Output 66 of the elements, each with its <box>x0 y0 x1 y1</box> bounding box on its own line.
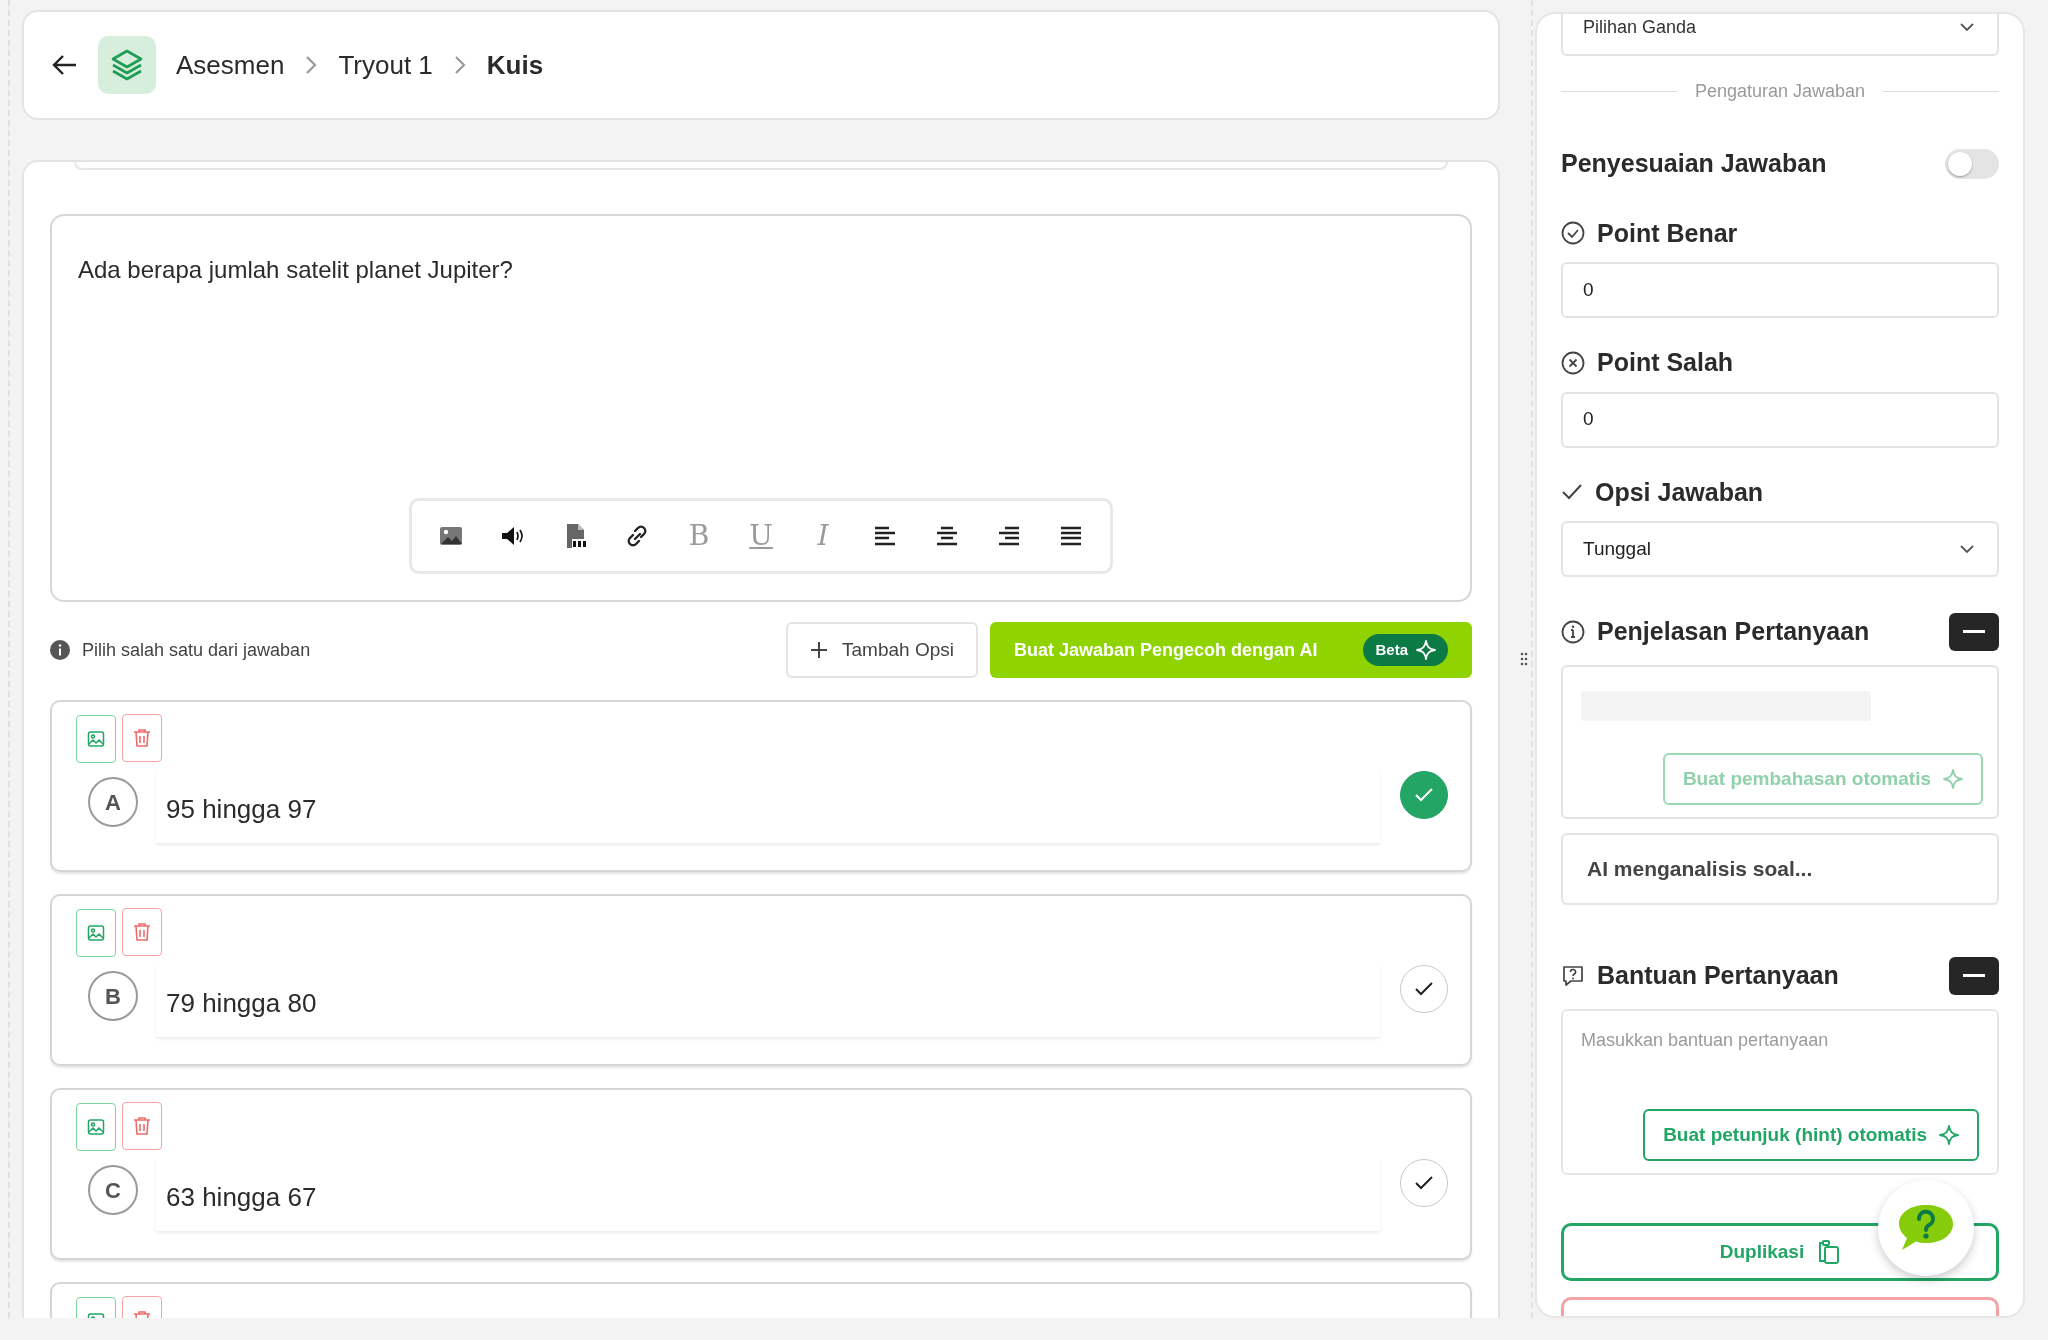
info-circle-icon <box>1561 620 1585 644</box>
question-editor[interactable]: Ada berapa jumlah satelit planet Jupiter? B U I <box>50 214 1472 602</box>
toggle-switch[interactable] <box>1945 148 1999 179</box>
question-text: Ada berapa jumlah satelit planet Jupiter? <box>78 256 513 283</box>
collapse-button[interactable] <box>1949 613 1999 651</box>
check-circle-icon <box>1561 221 1585 246</box>
image-upload-button[interactable] <box>76 909 116 957</box>
minus-icon <box>1963 630 1985 634</box>
status-message: AI menganalisis soal... <box>1561 833 1999 905</box>
input-field[interactable]: 0 <box>1561 391 1999 448</box>
check-icon <box>1561 483 1583 502</box>
input-field[interactable]: 0 <box>1561 262 1999 318</box>
sparkle-icon <box>1943 769 1963 789</box>
breadcrumb-link[interactable]: Tryout 1 <box>338 45 433 85</box>
sparkle-icon <box>1416 640 1436 660</box>
breadcrumb-link[interactable]: Asesmen <box>176 45 285 85</box>
option-letter: A <box>88 777 138 827</box>
image-upload-button[interactable] <box>76 1103 116 1151</box>
delete-button[interactable] <box>122 1102 162 1150</box>
answer-option-select[interactable]: Tunggal <box>1561 521 1999 577</box>
trash-icon <box>133 1116 151 1136</box>
minus-icon <box>1963 974 1985 978</box>
image-upload-button[interactable] <box>76 715 116 763</box>
section-heading: Penjelasan Pertanyaan <box>1597 616 1870 648</box>
check-icon <box>1414 1175 1434 1191</box>
section-title: Pengaturan Jawaban <box>1694 80 1866 103</box>
chevron-right-icon <box>452 54 467 76</box>
x-circle-icon <box>1561 350 1585 375</box>
image-icon <box>87 924 105 942</box>
option-text-field[interactable]: 95 hingga 97 <box>156 771 1380 843</box>
info-icon <box>50 640 70 660</box>
field-label: Opsi Jawaban <box>1595 476 1764 508</box>
ai-generate-button[interactable]: Buat Jawaban Pengecoh dengan AI Beta <box>990 622 1472 678</box>
logo-icon <box>98 36 156 94</box>
option-text-field[interactable]: 79 hingga 80 <box>156 965 1380 1037</box>
option-text-field[interactable]: 63 hingga 67 <box>156 1159 1380 1231</box>
option-letter: B <box>88 971 138 1021</box>
setting-label: Penyesuaian Jawaban <box>1561 148 1827 179</box>
question-chat-icon <box>1561 964 1585 988</box>
correct-answer-toggle[interactable] <box>1400 1159 1448 1207</box>
chevron-right-icon <box>304 54 319 76</box>
drag-handle-icon[interactable] <box>1520 652 1528 666</box>
add-option-button[interactable]: Tambah Opsi <box>786 622 978 678</box>
correct-answer-toggle[interactable] <box>1400 965 1448 1013</box>
sparkle-icon <box>1939 1125 1959 1145</box>
delete-button[interactable] <box>122 714 162 762</box>
field-label: Point Benar <box>1597 217 1738 249</box>
check-icon <box>1414 981 1434 997</box>
check-icon <box>1414 787 1434 803</box>
trash-icon <box>133 728 151 748</box>
collapse-button[interactable] <box>1949 957 1999 995</box>
beta-badge: Beta <box>1363 633 1448 667</box>
plus-icon <box>810 641 829 659</box>
image-icon <box>87 1118 105 1136</box>
image-icon <box>87 730 105 748</box>
trash-icon <box>133 922 151 942</box>
copy-icon <box>1818 1239 1841 1265</box>
breadcrumb-current: Kuis <box>486 48 544 82</box>
option-letter: C <box>88 1165 138 1215</box>
instruction-text: Pilih salah satu dari jawaban <box>82 638 312 662</box>
question-type-select[interactable]: Pilihan Ganda <box>1561 14 1999 56</box>
field-label: Point Salah <box>1597 347 1734 378</box>
back-arrow-icon[interactable] <box>52 54 78 76</box>
section-heading: Bantuan Pertanyaan <box>1597 960 1839 992</box>
correct-answer-toggle[interactable] <box>1400 771 1448 819</box>
delete-button[interactable] <box>122 908 162 956</box>
